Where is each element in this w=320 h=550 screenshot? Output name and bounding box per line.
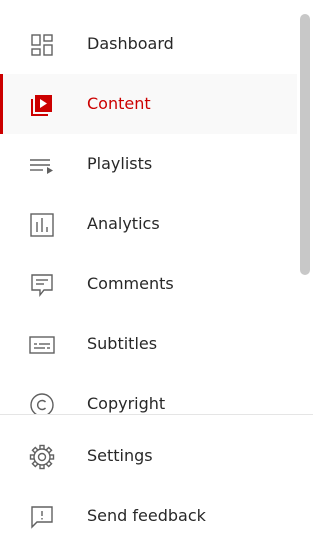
- sidebar-item-subtitles[interactable]: Subtitles: [0, 314, 297, 374]
- sidebar-item-content[interactable]: Content: [0, 74, 297, 134]
- content-icon: [29, 92, 55, 118]
- sidebar-item-playlists[interactable]: Playlists: [0, 134, 297, 194]
- sidebar-item-label: Settings: [87, 446, 153, 465]
- comments-icon: [29, 272, 55, 298]
- sidebar-item-label: Playlists: [87, 154, 153, 173]
- sidebar-item-label: Dashboard: [87, 34, 174, 53]
- sidebar-item-dashboard[interactable]: Dashboard: [0, 14, 297, 74]
- sidebar-item-label: Analytics: [87, 214, 160, 233]
- scrollbar-thumb[interactable]: [300, 14, 310, 275]
- feedback-icon: [29, 504, 55, 530]
- sidebar-item-label: Content: [87, 94, 151, 113]
- sidebar-item-label: Send feedback: [87, 506, 206, 525]
- studio-sidebar: Dashboard Content Playlists Analytics Co…: [0, 0, 313, 550]
- analytics-icon: [29, 212, 55, 238]
- active-indicator: [0, 74, 3, 134]
- sidebar-item-settings[interactable]: Settings: [0, 426, 313, 486]
- copyright-icon: [29, 392, 55, 414]
- playlists-icon: [29, 152, 55, 178]
- sidebar-item-label: Subtitles: [87, 334, 158, 353]
- sidebar-item-analytics[interactable]: Analytics: [0, 194, 297, 254]
- sidebar-item-copyright[interactable]: Copyright: [0, 374, 297, 414]
- sidebar-divider: [0, 414, 313, 415]
- sidebar-scroll-area[interactable]: Dashboard Content Playlists Analytics Co…: [0, 14, 313, 414]
- sidebar-item-label: Copyright: [87, 394, 166, 413]
- sidebar-item-comments[interactable]: Comments: [0, 254, 297, 314]
- dashboard-icon: [29, 32, 55, 58]
- sidebar-item-label: Comments: [87, 274, 174, 293]
- sidebar-item-send-feedback[interactable]: Send feedback: [0, 486, 313, 546]
- sidebar-scrollbar[interactable]: [297, 0, 313, 414]
- subtitles-icon: [29, 332, 55, 358]
- gear-icon: [29, 444, 55, 470]
